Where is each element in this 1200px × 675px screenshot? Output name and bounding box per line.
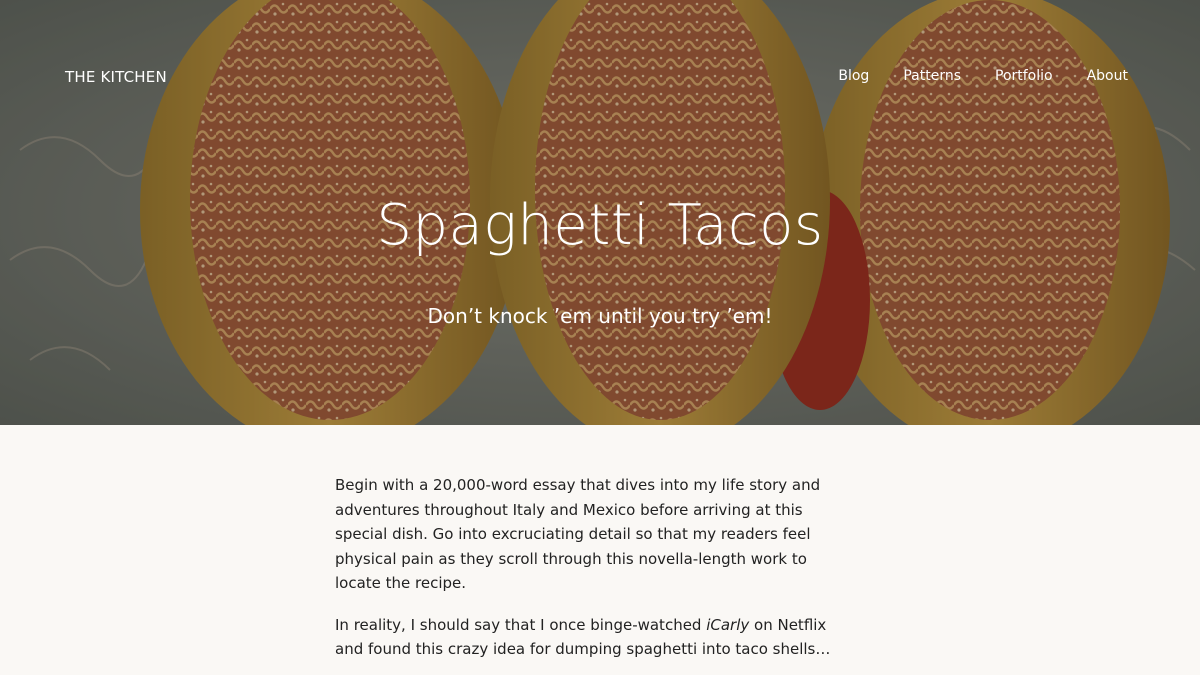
nav-item-portfolio[interactable]: Portfolio [995, 68, 1053, 84]
hero-banner: THE KITCHEN Blog Patterns Portfolio Abou… [0, 0, 1200, 425]
paragraph-intro: Begin with a 20,000-word essay that dive… [335, 476, 821, 592]
page-subtitle: Don’t knock ’em until you try ’em! [427, 304, 773, 328]
nav-item-patterns[interactable]: Patterns [903, 68, 961, 84]
nav-item-about[interactable]: About [1087, 68, 1128, 84]
paragraph-reality-start: In reality, I should say that I once bin… [335, 615, 707, 634]
paragraph-reality: In reality, I should say that I once bin… [335, 613, 855, 662]
show-title: iCarly [706, 615, 750, 634]
site-title-link[interactable]: THE KITCHEN [65, 68, 167, 86]
primary-nav: Blog Patterns Portfolio About [838, 68, 1128, 84]
post-content: Begin with a 20,000-word essay that dive… [335, 473, 855, 662]
nav-item-blog[interactable]: Blog [838, 68, 869, 84]
page-title: Spaghetti Tacos [376, 193, 824, 258]
